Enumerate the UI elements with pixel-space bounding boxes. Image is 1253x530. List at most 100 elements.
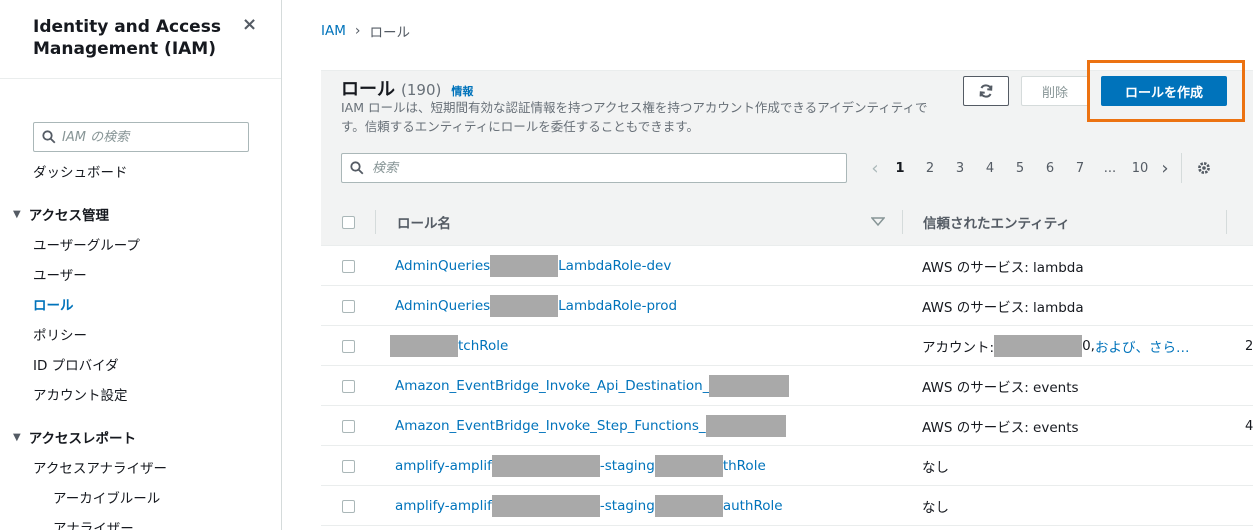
role-name-cell[interactable]: AdminQueries LambdaRole-prod xyxy=(395,286,677,326)
column-header-trusted-entities[interactable]: 信頼されたエンティティ xyxy=(923,198,1070,246)
sidebar-section-access-management[interactable]: ▼ アクセス管理 xyxy=(13,204,109,224)
info-link[interactable]: 情報 xyxy=(451,83,473,99)
page-4[interactable]: 4 xyxy=(975,161,1005,176)
sidebar-item-archive-rules[interactable]: アーカイブルール xyxy=(53,487,160,507)
role-name-part[interactable]: Amazon_EventBridge_Invoke_Step_Functions… xyxy=(395,418,706,434)
row-checkbox[interactable] xyxy=(342,339,355,353)
refresh-button[interactable] xyxy=(963,76,1009,106)
role-name-part[interactable]: LambdaRole-prod xyxy=(558,298,677,314)
sidebar-section-label: アクセス管理 xyxy=(28,208,110,224)
sidebar-item-analyzers[interactable]: アナライザー xyxy=(53,517,134,530)
sidebar-item-users[interactable]: ユーザー xyxy=(33,264,87,284)
caret-down-icon: ▼ xyxy=(13,208,21,220)
trusted-entity-cell: AWS のサービス: events xyxy=(922,380,1079,396)
page-1[interactable]: 1 xyxy=(885,161,915,176)
role-name-cell[interactable]: amplify-amplif -staging thRole xyxy=(395,446,766,486)
gear-icon[interactable] xyxy=(1196,160,1212,176)
row-checkbox[interactable] xyxy=(342,299,355,313)
role-name-part[interactable]: amplify-amplif xyxy=(395,498,492,514)
row-checkbox[interactable] xyxy=(342,459,355,473)
sidebar-search[interactable] xyxy=(33,122,249,152)
row-checkbox-cell xyxy=(342,326,355,366)
page-10[interactable]: 10 xyxy=(1125,161,1155,176)
role-name-part[interactable]: thRole xyxy=(723,458,766,474)
role-name-part[interactable]: Amazon_EventBridge_Invoke_Api_Destinatio… xyxy=(395,378,709,394)
sidebar-search-input[interactable] xyxy=(62,129,232,145)
sort-caret-icon[interactable] xyxy=(871,198,885,246)
role-name-part[interactable]: amplify-amplif xyxy=(395,458,492,474)
page-6[interactable]: 6 xyxy=(1035,161,1065,176)
table-row: Amazon_EventBridge_Invoke_Step_Functions… xyxy=(321,406,1253,446)
role-name-part[interactable]: -staging xyxy=(600,458,655,474)
select-all-checkbox-cell xyxy=(342,198,355,246)
redaction-block xyxy=(491,495,600,517)
table-header: ロール名 信頼されたエンティティ xyxy=(321,198,1253,246)
page-3[interactable]: 3 xyxy=(945,161,975,176)
role-name-part[interactable]: tchRole xyxy=(458,338,508,354)
role-name-cell[interactable]: amplify-amplif -staging authRole xyxy=(395,486,783,526)
close-icon[interactable]: × xyxy=(242,14,257,35)
role-name-part[interactable]: AdminQueries xyxy=(395,298,490,314)
search-icon xyxy=(350,161,364,175)
breadcrumb-iam[interactable]: IAM xyxy=(321,23,346,39)
role-name-part[interactable]: LambdaRole-dev xyxy=(558,258,671,274)
row-checkbox[interactable] xyxy=(342,379,355,393)
row-checkbox-cell xyxy=(342,486,355,526)
role-name-cell[interactable]: AdminQueries LambdaRole-dev xyxy=(395,246,671,286)
row-checkbox[interactable] xyxy=(342,499,355,513)
table-row: Amazon_EventBridge_Invoke_Api_Destinatio… xyxy=(321,366,1253,406)
column-divider xyxy=(1226,210,1227,234)
breadcrumb-current: ロール xyxy=(369,25,410,41)
sidebar-item-access-analyzer[interactable]: アクセスアナライザー xyxy=(33,457,167,477)
redaction-block xyxy=(490,295,559,317)
page-ellipsis: ... xyxy=(1103,160,1117,176)
trusted-entity-text: アカウント: xyxy=(922,340,995,356)
sidebar-divider xyxy=(0,78,281,79)
column-divider xyxy=(375,210,376,234)
caret-down-icon: ▼ xyxy=(13,431,21,443)
chevron-right-icon: › xyxy=(354,23,361,39)
role-name-cell[interactable]: tchRole xyxy=(390,326,508,366)
pagination: ‹ 1 2 3 4 5 6 7 ... 10 › xyxy=(865,153,1212,183)
table-search[interactable] xyxy=(341,153,847,183)
role-name-part[interactable]: AdminQueries xyxy=(395,258,490,274)
page-5[interactable]: 5 xyxy=(1005,161,1035,176)
roles-panel-header: ロール (190) 情報 IAM ロールは、短期間有効な認証情報を持つアクセス権… xyxy=(321,60,1253,198)
sidebar-item-account-settings[interactable]: アカウント設定 xyxy=(33,384,128,404)
page-7[interactable]: 7 xyxy=(1065,161,1095,176)
role-name-cell[interactable]: Amazon_EventBridge_Invoke_Api_Destinatio… xyxy=(395,366,790,406)
sidebar-item-user-groups[interactable]: ユーザーグループ xyxy=(33,234,140,254)
sidebar-item-dashboard[interactable]: ダッシュボード xyxy=(33,161,128,181)
chevron-left-icon[interactable]: ‹ xyxy=(865,158,885,179)
trusted-entity-more-link[interactable]: および、さら… xyxy=(1095,336,1190,356)
trusted-entity-cell: アカウント: 0, および、さら… xyxy=(922,326,1189,366)
sidebar-item-policies[interactable]: ポリシー xyxy=(33,324,87,344)
role-name-cell[interactable]: Amazon_EventBridge_Invoke_Step_Functions… xyxy=(395,406,786,446)
role-count: (190) xyxy=(401,81,442,99)
role-name-part[interactable]: -staging xyxy=(600,498,655,514)
role-name-part[interactable]: authRole xyxy=(723,498,783,514)
trusted-entity-text: 0, xyxy=(1082,338,1095,354)
table-search-input[interactable] xyxy=(372,160,812,176)
table-row: tchRole アカウント: 0, および、さら… 2 xyxy=(321,326,1253,366)
delete-button[interactable]: 削除 xyxy=(1021,76,1089,106)
sidebar-item-identity-providers[interactable]: ID プロバイダ xyxy=(33,354,119,374)
trusted-entity-cell: AWS のサービス: lambda xyxy=(922,300,1084,316)
table-row: amplify-amplif -staging thRole なし xyxy=(321,446,1253,486)
sidebar-title: Identity and Access Management (IAM) xyxy=(33,17,221,59)
row-checkbox-cell xyxy=(342,406,355,446)
table-row: AdminQueries LambdaRole-prod AWS のサービス: l… xyxy=(321,286,1253,326)
sidebar-section-access-reports[interactable]: ▼ アクセスレポート xyxy=(13,427,136,447)
row-checkbox[interactable] xyxy=(342,259,355,273)
table-row: amplify-amplif -staging authRole なし xyxy=(321,486,1253,526)
redaction-block xyxy=(709,375,790,397)
chevron-right-icon[interactable]: › xyxy=(1155,158,1175,179)
row-checkbox[interactable] xyxy=(342,419,355,433)
create-role-button[interactable]: ロールを作成 xyxy=(1101,76,1227,106)
page-2[interactable]: 2 xyxy=(915,161,945,176)
sidebar-item-roles[interactable]: ロール xyxy=(33,294,74,314)
truncated-cell: 4 xyxy=(1245,418,1253,434)
column-header-role-name[interactable]: ロール名 xyxy=(397,198,451,246)
redaction-block xyxy=(490,255,559,277)
select-all-checkbox[interactable] xyxy=(342,215,355,229)
